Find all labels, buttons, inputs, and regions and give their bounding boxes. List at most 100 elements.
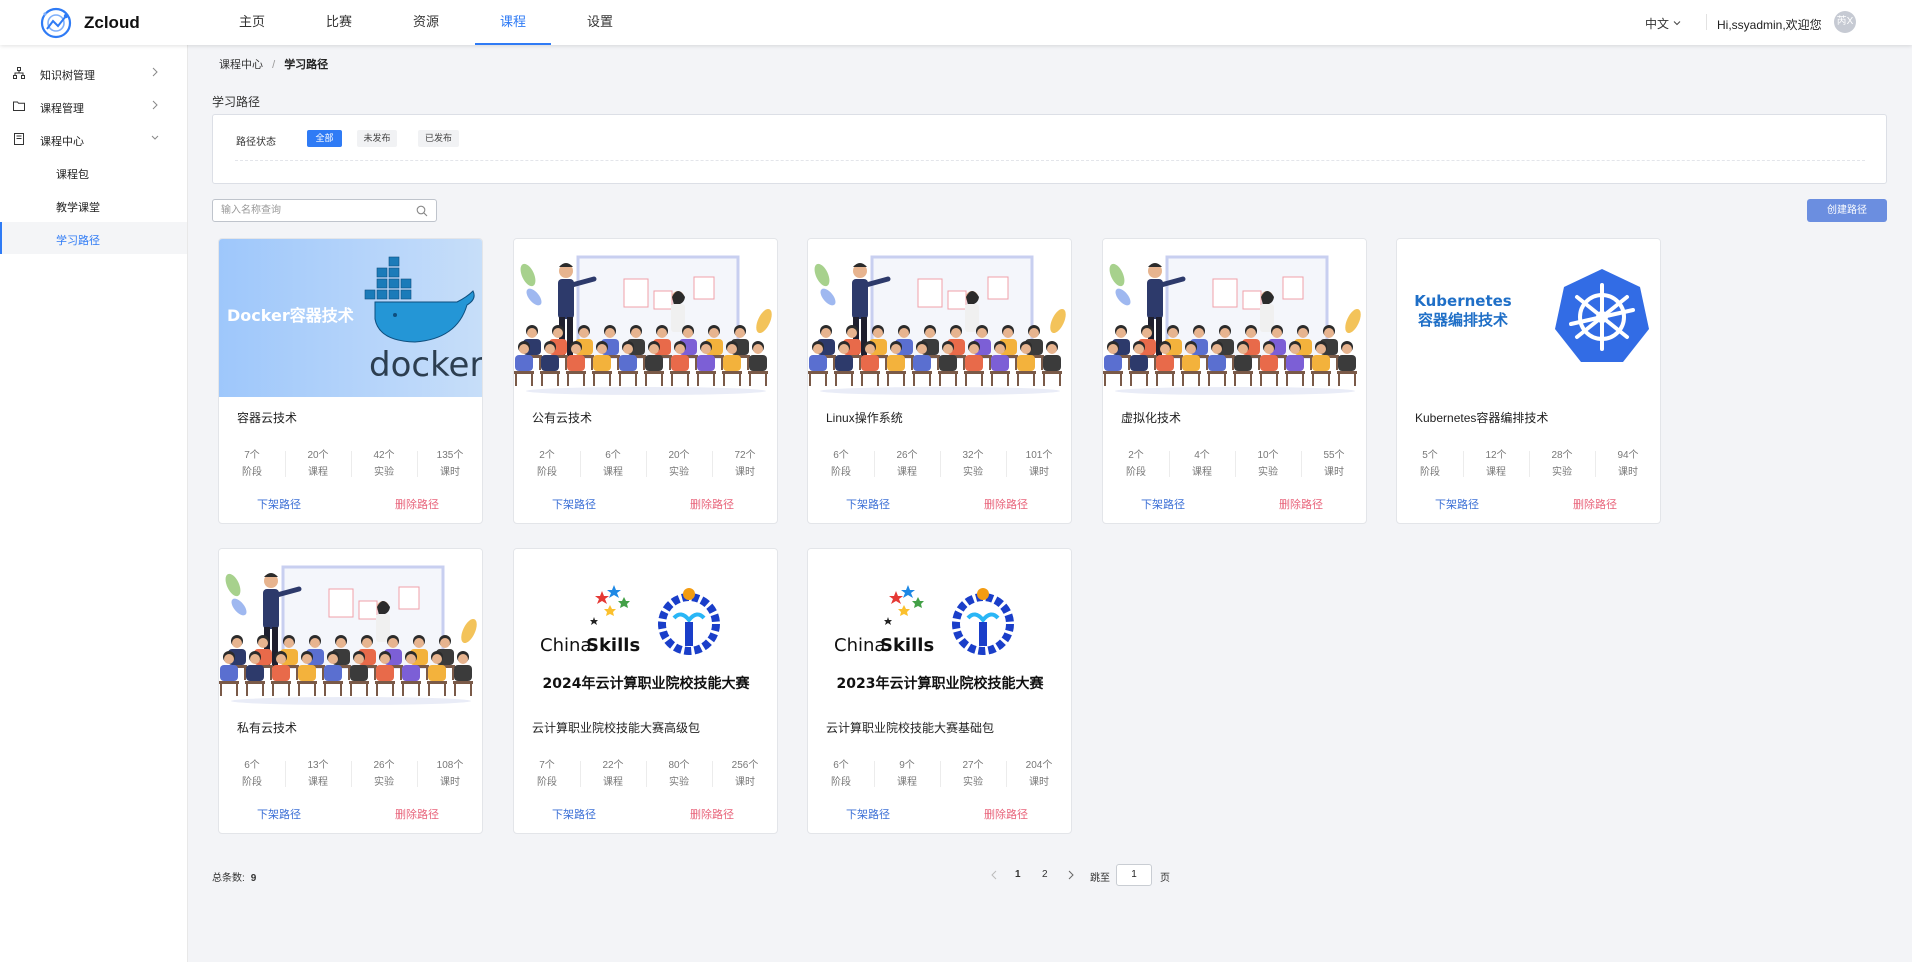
stat-hours: 72个	[734, 450, 756, 461]
sidebar-item-label: 课程管理	[40, 103, 84, 115]
card-stats: 6个 阶段 13个 课程 26个 实验 108个 课时	[219, 757, 482, 791]
nav-settings[interactable]: 设置	[562, 0, 638, 45]
sidebar-item-teaching-class[interactable]: 教学课堂	[0, 189, 187, 221]
filter-chip-all[interactable]: 全部	[307, 130, 342, 147]
stat-labs: 80个	[668, 760, 690, 771]
card-title[interactable]: Kubernetes容器编排技术	[1415, 409, 1548, 426]
delete-path-button[interactable]: 删除路径	[1279, 496, 1323, 512]
stat-unit: 实验	[963, 467, 983, 478]
stat-unit: 实验	[1552, 467, 1572, 478]
card-title[interactable]: 公有云技术	[532, 409, 592, 426]
stat-unit: 课程	[1486, 467, 1506, 478]
sidebar-item-course-package[interactable]: 课程包	[0, 156, 187, 188]
search-icon[interactable]	[416, 205, 428, 217]
sidebar-item-course-center[interactable]: 课程中心	[0, 123, 187, 155]
card-thumbnail-kubernetes[interactable]: Kubernetes 容器编排技术	[1397, 239, 1661, 397]
stat-unit: 阶段	[831, 467, 851, 478]
path-card[interactable]: Linux操作系统 6个 阶段 26个 课程 32个 实验 101个 课时 下架路径 删…	[807, 238, 1072, 524]
chevron-down-icon	[151, 135, 159, 140]
tree-icon	[13, 67, 25, 79]
offline-path-button[interactable]: 下架路径	[257, 496, 301, 512]
offline-path-button[interactable]: 下架路径	[1141, 496, 1185, 512]
stat-unit: 阶段	[1126, 467, 1146, 478]
path-card[interactable]: Kubernetes 容器编排技术 Kubernetes容器编排技术 5个 阶段 …	[1396, 238, 1661, 524]
stat-stages: 6个	[244, 760, 260, 771]
stat-unit: 实验	[1258, 467, 1278, 478]
delete-path-button[interactable]: 删除路径	[395, 806, 439, 822]
offline-path-button[interactable]: 下架路径	[1435, 496, 1479, 512]
offline-path-button[interactable]: 下架路径	[846, 496, 890, 512]
path-card[interactable]: 私有云技术 6个 阶段 13个 课程 26个 实验 108个 课时 下架路径 删除路径	[218, 548, 483, 834]
path-card[interactable]: China Skills 2023年云计算职业院校技能大赛 云计算职业院校技能大…	[807, 548, 1072, 834]
stat-unit: 阶段	[537, 777, 557, 788]
create-path-button[interactable]: 创建路径	[1807, 199, 1887, 222]
card-title[interactable]: 虚拟化技术	[1121, 409, 1181, 426]
card-thumbnail-classroom[interactable]	[219, 549, 483, 707]
nav-resources[interactable]: 资源	[388, 0, 464, 45]
stat-hours: 101个	[1025, 450, 1053, 461]
delete-path-button[interactable]: 删除路径	[690, 496, 734, 512]
filter-chip-unpublished[interactable]: 未发布	[357, 130, 397, 147]
stat-unit: 课时	[1029, 777, 1049, 788]
user-greeting[interactable]: Hi,ssyadmin,欢迎您	[1717, 16, 1822, 33]
page-2[interactable]: 2	[1042, 869, 1048, 880]
prev-page-icon[interactable]	[990, 870, 998, 880]
sidebar-item-label: 教学课堂	[56, 202, 100, 214]
card-title[interactable]: 云计算职业院校技能大赛基础包	[826, 719, 994, 736]
card-title[interactable]: 云计算职业院校技能大赛高级包	[532, 719, 700, 736]
stat-stages: 2个	[1128, 450, 1144, 461]
page-jump-input[interactable]: 1	[1116, 864, 1152, 886]
card-thumbnail-chinaskills[interactable]: China Skills 2023年云计算职业院校技能大赛	[808, 549, 1072, 707]
delete-path-button[interactable]: 删除路径	[984, 496, 1028, 512]
sidebar-item-course-management[interactable]: 课程管理	[0, 90, 187, 122]
card-thumbnail-classroom[interactable]	[808, 239, 1072, 397]
delete-path-button[interactable]: 删除路径	[1573, 496, 1617, 512]
stat-unit: 课时	[735, 777, 755, 788]
path-card[interactable]: 公有云技术 2个 阶段 6个 课程 20个 实验 72个 课时 下架路径 删除路径	[513, 238, 778, 524]
stat-unit: 课程	[308, 467, 328, 478]
stat-unit: 阶段	[537, 467, 557, 478]
path-card[interactable]: Docker容器技术 docker 容器云技术 7个 阶段 20个 课程 42个 实验…	[218, 238, 483, 524]
next-page-icon[interactable]	[1067, 870, 1075, 880]
card-thumbnail-chinaskills[interactable]: China Skills 2024年云计算职业院校技能大赛	[514, 549, 778, 707]
page-1[interactable]: 1	[1015, 869, 1021, 880]
stat-unit: 阶段	[1420, 467, 1440, 478]
nav-home[interactable]: 主页	[214, 0, 290, 45]
card-title[interactable]: Linux操作系统	[826, 409, 903, 426]
sidebar-item-knowledge-tree[interactable]: 知识树管理	[0, 57, 187, 89]
stat-unit: 课程	[603, 467, 623, 478]
stat-unit: 实验	[669, 467, 689, 478]
card-thumbnail-docker[interactable]: Docker容器技术 docker	[219, 239, 483, 397]
offline-path-button[interactable]: 下架路径	[552, 806, 596, 822]
card-title[interactable]: 容器云技术	[237, 409, 297, 426]
offline-path-button[interactable]: 下架路径	[257, 806, 301, 822]
chinaskills-brand-b: Skills	[586, 635, 640, 656]
stat-unit: 实验	[374, 467, 394, 478]
nav-courses[interactable]: 课程	[475, 0, 551, 45]
search-input[interactable]	[221, 202, 411, 219]
filter-chip-published[interactable]: 已发布	[418, 130, 459, 147]
total-label: 总条数:	[212, 873, 245, 884]
sidebar-item-label: 学习路径	[56, 235, 100, 247]
app-logo[interactable]: Zcloud	[38, 5, 140, 41]
offline-path-button[interactable]: 下架路径	[846, 806, 890, 822]
breadcrumb-parent[interactable]: 课程中心	[219, 59, 263, 71]
stat-labs: 27个	[962, 760, 984, 771]
path-card[interactable]: 虚拟化技术 2个 阶段 4个 课程 10个 实验 55个 课时 下架路径 删除路径	[1102, 238, 1367, 524]
delete-path-button[interactable]: 删除路径	[690, 806, 734, 822]
language-switcher[interactable]: 中文	[1645, 15, 1681, 32]
delete-path-button[interactable]: 删除路径	[984, 806, 1028, 822]
avatar[interactable]: 芮X	[1834, 11, 1856, 33]
stat-unit: 课时	[735, 467, 755, 478]
card-title[interactable]: 私有云技术	[237, 719, 297, 736]
delete-path-button[interactable]: 删除路径	[395, 496, 439, 512]
offline-path-button[interactable]: 下架路径	[552, 496, 596, 512]
path-card[interactable]: China Skills 2024年云计算职业院校技能大赛 云计算职业院校技能大…	[513, 548, 778, 834]
top-header: Zcloud 主页 比赛 资源 课程 设置 中文 Hi,ssyadmin,欢迎您…	[0, 0, 1912, 45]
card-thumbnail-classroom[interactable]	[514, 239, 778, 397]
card-thumbnail-classroom[interactable]	[1103, 239, 1367, 397]
stat-courses: 9个	[899, 760, 915, 771]
stat-unit: 课程	[603, 777, 623, 788]
sidebar-item-learning-path[interactable]: 学习路径	[0, 222, 187, 254]
nav-competition[interactable]: 比赛	[301, 0, 377, 45]
